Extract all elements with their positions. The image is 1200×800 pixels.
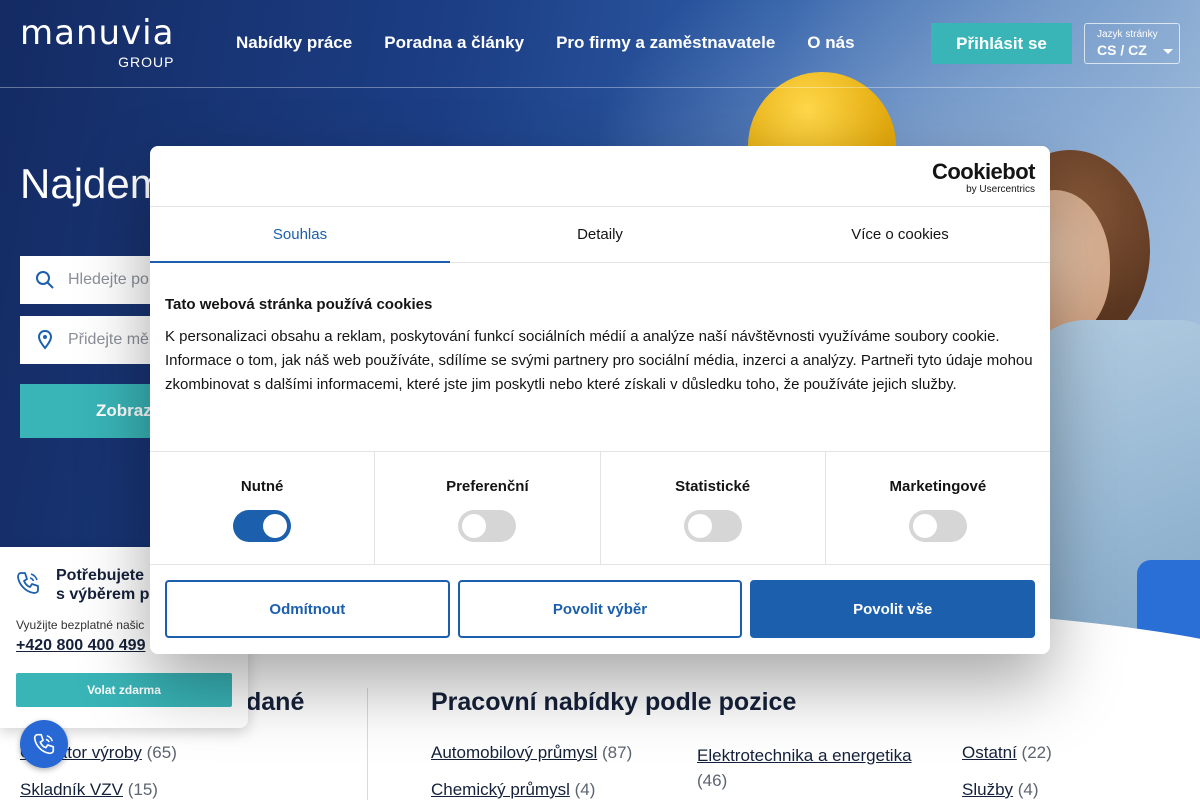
positions-section-title: Pracovní nabídky podle pozice bbox=[431, 688, 797, 716]
cookie-body: K personalizaci obsahu a reklam, poskyto… bbox=[165, 328, 1033, 393]
job-count: (46) bbox=[697, 771, 728, 790]
login-button[interactable]: Přihlásit se bbox=[931, 23, 1072, 64]
category-label: Preferenční bbox=[446, 478, 529, 495]
toggle-knob bbox=[687, 514, 712, 538]
job-link[interactable]: Automobilový průmysl bbox=[431, 743, 597, 762]
job-link[interactable]: Elektrotechnika a energetika bbox=[697, 746, 912, 765]
nav-advice-articles[interactable]: Poradna a články bbox=[384, 33, 524, 53]
job-count: (22) bbox=[1021, 743, 1052, 762]
list-item: Skladník VZV (15) bbox=[20, 780, 158, 800]
job-link[interactable]: Chemický průmysl bbox=[431, 780, 570, 799]
preferences-toggle[interactable] bbox=[458, 510, 517, 542]
list-item: Automobilový průmysl (87) bbox=[431, 743, 632, 763]
job-link[interactable]: Skladník VZV bbox=[20, 780, 123, 799]
tab-about-cookies[interactable]: Více o cookies bbox=[750, 207, 1050, 262]
call-widget-title: Potřebujete s výběrem p bbox=[56, 566, 149, 604]
allow-all-button[interactable]: Povolit vše bbox=[750, 580, 1036, 638]
tab-consent[interactable]: Souhlas bbox=[150, 207, 450, 263]
job-count: (4) bbox=[1017, 780, 1039, 799]
cookie-buttons: Odmítnout Povolit výběr Povolit vše bbox=[165, 580, 1036, 638]
call-fab-button[interactable] bbox=[20, 720, 68, 768]
language-select[interactable]: Jazyk stránky CS / CZ bbox=[1084, 23, 1180, 64]
site-header: manuvia GROUP Nabídky práce Poradna a čl… bbox=[0, 0, 1200, 88]
language-value: CS / CZ bbox=[1097, 42, 1147, 58]
job-count: (15) bbox=[127, 780, 158, 799]
location-pin-icon bbox=[37, 329, 53, 350]
job-count: (4) bbox=[574, 780, 596, 799]
job-link[interactable]: Ostatní bbox=[962, 743, 1017, 762]
search-icon bbox=[36, 271, 54, 289]
section-divider bbox=[367, 688, 368, 800]
category-marketing: Marketingové bbox=[826, 452, 1050, 564]
reject-button[interactable]: Odmítnout bbox=[165, 580, 450, 638]
category-necessary: Nutné bbox=[150, 452, 376, 564]
list-item: Služby (4) bbox=[962, 780, 1039, 800]
call-widget-subtitle: Využijte bezplatné našic bbox=[16, 618, 145, 632]
phone-link[interactable]: +420 800 400 499 bbox=[16, 637, 145, 655]
cookie-consent-dialog: Cookiebot by Usercentrics Souhlas Detail… bbox=[150, 146, 1050, 654]
allow-selection-button[interactable]: Povolit výběr bbox=[457, 580, 743, 638]
marketing-toggle[interactable] bbox=[908, 510, 967, 542]
statistics-toggle[interactable] bbox=[683, 510, 742, 542]
nav-job-offers[interactable]: Nabídky práce bbox=[236, 33, 352, 53]
cookie-categories: Nutné Preferenční Statistické Marketingo… bbox=[150, 451, 1050, 565]
cookiebot-logo: Cookiebot by Usercentrics bbox=[931, 159, 1036, 196]
necessary-toggle[interactable] bbox=[233, 510, 292, 542]
cookiebot-brand: Cookiebot bbox=[931, 159, 1036, 184]
left-section-title: dané bbox=[246, 688, 305, 716]
category-preferences: Preferenční bbox=[375, 452, 601, 564]
list-item: Elektrotechnika a energetika (46) bbox=[697, 743, 912, 793]
job-link[interactable]: Služby bbox=[962, 780, 1013, 799]
category-statistics: Statistické bbox=[601, 452, 826, 564]
phone-icon bbox=[17, 572, 39, 594]
list-item: Chemický průmysl (4) bbox=[431, 780, 595, 800]
language-label: Jazyk stránky bbox=[1097, 29, 1158, 40]
category-label: Nutné bbox=[240, 478, 284, 495]
logo-group: GROUP bbox=[118, 54, 175, 70]
cookie-title: Tato webová stránka používá cookies bbox=[165, 296, 433, 313]
toggle-knob bbox=[263, 514, 288, 538]
job-count: (87) bbox=[602, 743, 633, 762]
list-item: Ostatní (22) bbox=[962, 743, 1052, 763]
category-label: Marketingové bbox=[889, 478, 987, 495]
toggle-knob bbox=[462, 514, 487, 538]
nav-about[interactable]: O nás bbox=[807, 33, 854, 53]
hero-title: Najdem bbox=[20, 160, 165, 207]
nav-for-companies[interactable]: Pro firmy a zaměstnavatele bbox=[556, 33, 775, 53]
call-widget-title-line2: s výběrem p bbox=[56, 586, 150, 603]
call-widget-title-line1: Potřebujete bbox=[56, 567, 145, 584]
toggle-knob bbox=[912, 514, 937, 538]
phone-icon bbox=[33, 733, 55, 755]
cookiebot-sub: by Usercentrics bbox=[966, 184, 1035, 195]
tab-details[interactable]: Detaily bbox=[450, 207, 750, 262]
cookie-tabs: Souhlas Detaily Více o cookies bbox=[150, 207, 1050, 263]
call-free-button[interactable]: Volat zdarma bbox=[16, 673, 232, 707]
logo-brand: manuvia bbox=[20, 13, 175, 53]
category-label: Statistické bbox=[675, 478, 751, 495]
chevron-down-icon bbox=[1163, 49, 1173, 54]
job-count: (65) bbox=[146, 743, 177, 762]
manuvia-logo[interactable]: manuvia GROUP bbox=[20, 13, 175, 70]
main-nav: Nabídky práce Poradna a články Pro firmy… bbox=[236, 33, 855, 53]
